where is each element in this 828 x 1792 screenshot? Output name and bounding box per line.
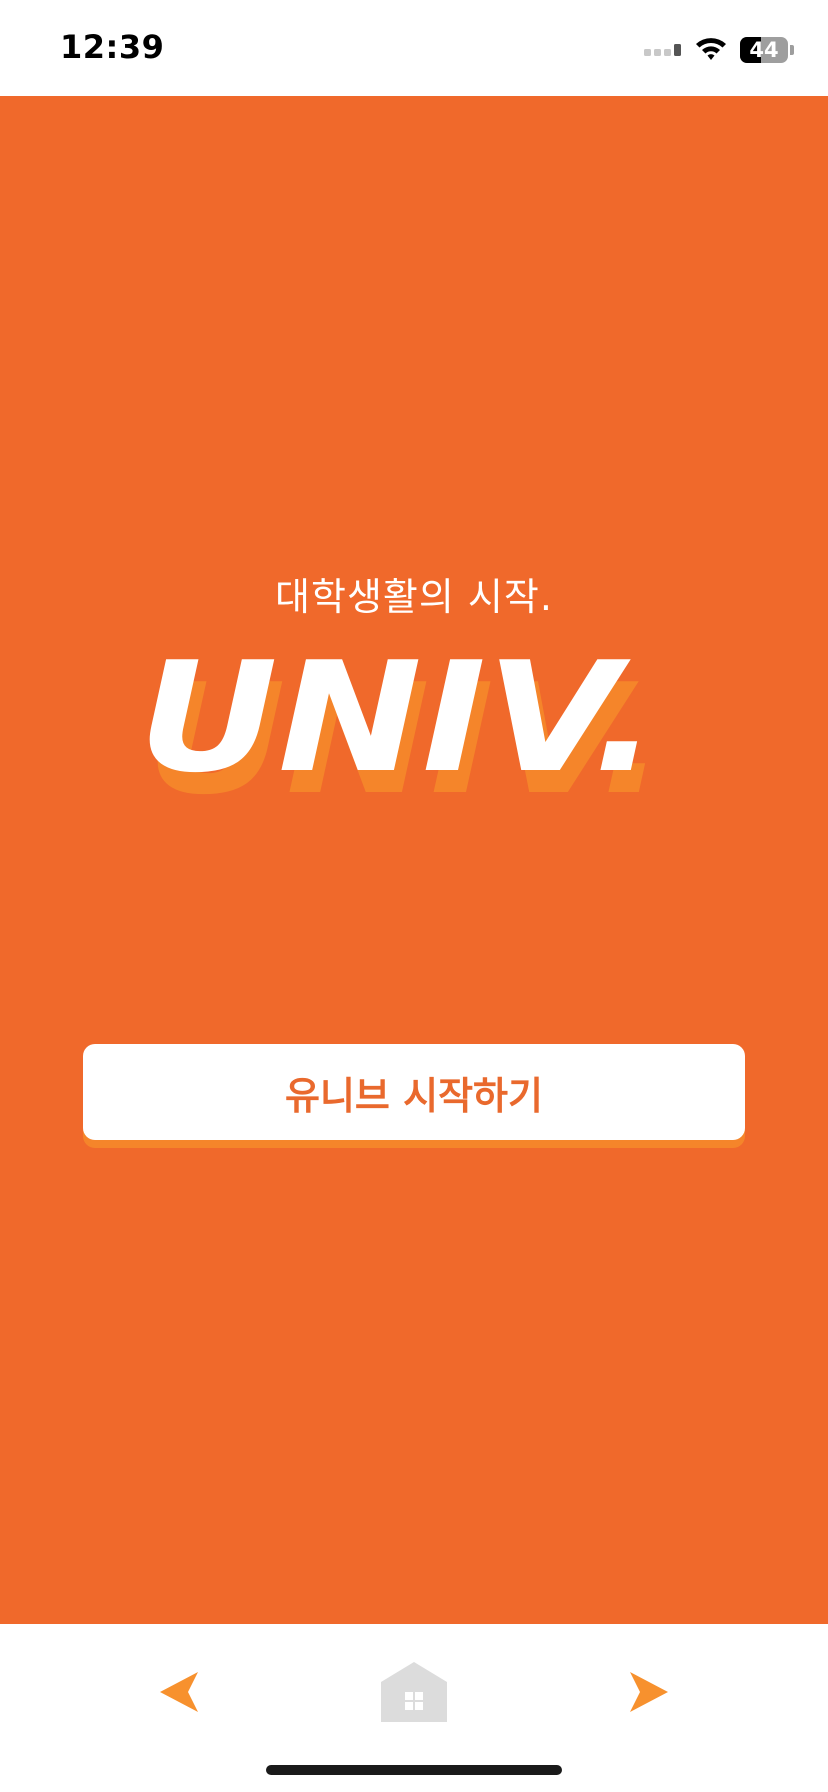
- app-screen: 12:39 44 대학생활의 시작. UNIV. UNIV. 유니브 시작하기: [0, 0, 828, 1792]
- wifi-icon: [694, 35, 728, 65]
- status-indicators: 44: [644, 30, 794, 70]
- splash-screen: 대학생활의 시작. UNIV. UNIV. 유니브 시작하기: [0, 96, 828, 1624]
- status-time: 12:39: [60, 28, 165, 66]
- start-univ-button[interactable]: 유니브 시작하기: [83, 1044, 745, 1140]
- battery-cap: [790, 45, 794, 55]
- back-arrow-icon: [158, 1668, 202, 1720]
- bottom-toolbar: [0, 1624, 828, 1792]
- status-bar: 12:39 44: [0, 0, 828, 96]
- home-indicator[interactable]: [266, 1765, 562, 1775]
- univ-logo-text: UNIV.: [138, 656, 658, 806]
- forward-button[interactable]: [608, 1654, 688, 1734]
- home-button[interactable]: [374, 1654, 454, 1734]
- battery-level-text: 44: [749, 38, 779, 62]
- univ-logo: UNIV. UNIV.: [138, 656, 666, 806]
- cellular-signal-icon: [644, 40, 682, 60]
- back-button[interactable]: [140, 1654, 220, 1734]
- start-button-container: 유니브 시작하기: [83, 1044, 745, 1148]
- tagline: 대학생활의 시작.: [275, 575, 553, 619]
- home-icon: [381, 1662, 447, 1726]
- battery-icon: 44: [740, 37, 788, 63]
- forward-arrow-icon: [626, 1668, 670, 1720]
